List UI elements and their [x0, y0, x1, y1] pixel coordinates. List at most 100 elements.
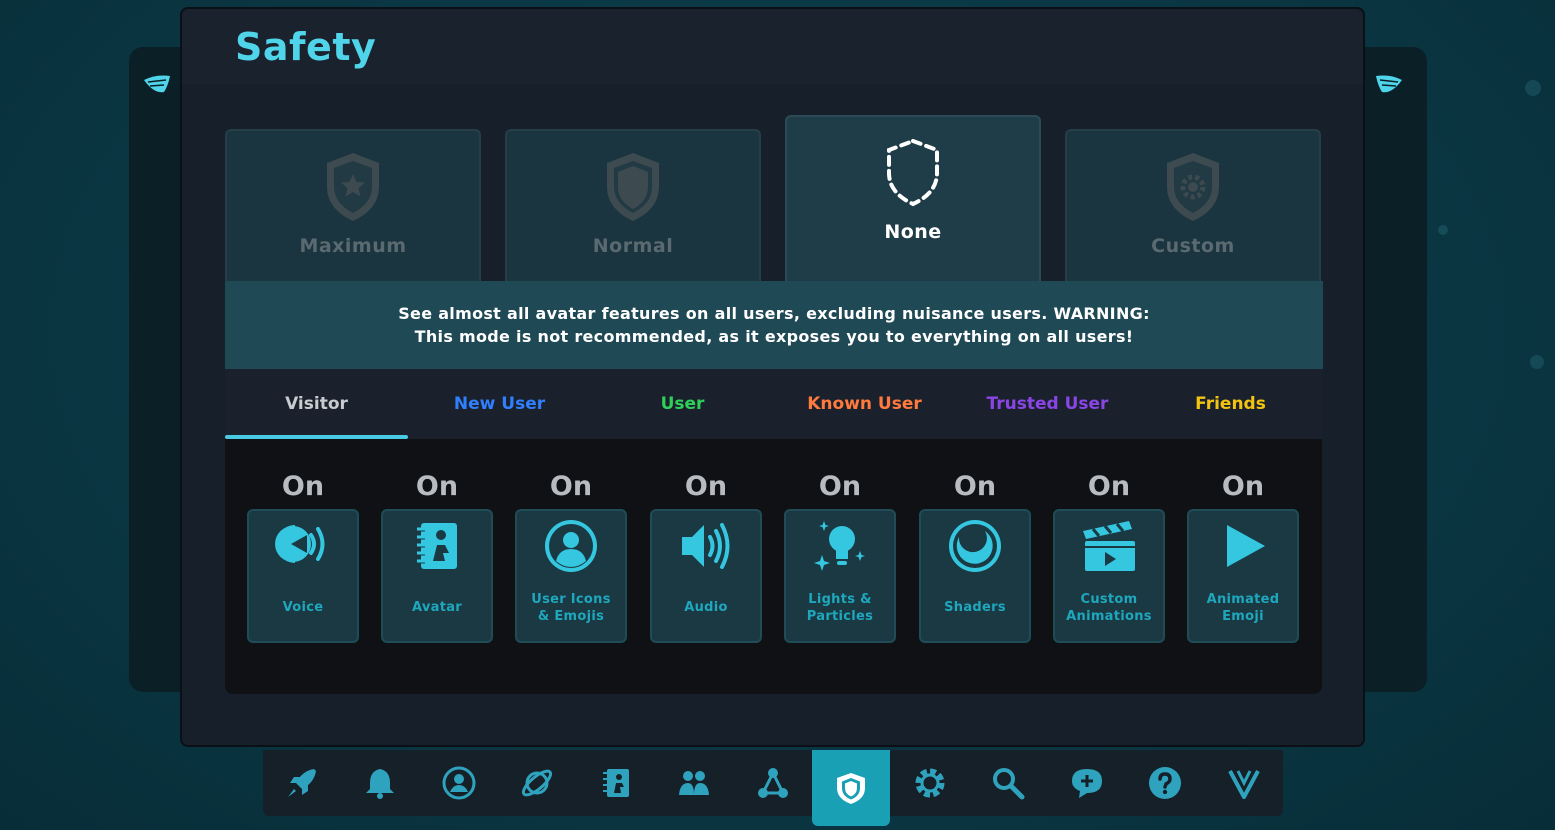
- preset-label: None: [884, 221, 942, 243]
- network-icon: [758, 768, 788, 798]
- preset-none[interactable]: None: [785, 115, 1041, 281]
- preset-description: See almost all avatar features on all us…: [225, 281, 1323, 369]
- clapperboard-icon: [1083, 521, 1135, 571]
- bell-icon: [366, 769, 394, 799]
- background-dot: [1525, 80, 1541, 96]
- title-bar: Safety: [182, 9, 1363, 84]
- feature-label-line: Particles: [806, 609, 874, 624]
- chat-plus-icon: [1072, 769, 1102, 798]
- voice-toggle[interactable]: Voice: [247, 509, 359, 643]
- user-icons-toggle[interactable]: User Icons & Emojis: [515, 509, 627, 643]
- feature-label-line: User Icons: [531, 592, 611, 607]
- notifications-button[interactable]: [341, 750, 419, 816]
- preset-normal[interactable]: Normal: [505, 129, 761, 281]
- help-icon: [1149, 767, 1181, 799]
- feature-state: On: [953, 471, 997, 502]
- feature-label-line: Animated: [1206, 592, 1280, 607]
- tab-label: User: [660, 394, 705, 414]
- lightbulb-icon: [814, 521, 865, 571]
- tab-trusted-user[interactable]: Trusted User: [956, 369, 1139, 439]
- planet-icon: [521, 769, 553, 797]
- play-icon: [1227, 525, 1265, 567]
- tab-user[interactable]: User: [591, 369, 774, 439]
- feature-label-line: Lights &: [808, 592, 872, 607]
- shield-icon: [607, 153, 659, 221]
- profile-button[interactable]: [420, 750, 498, 816]
- feature-label: Custom Animations: [1055, 591, 1163, 625]
- preset-custom[interactable]: Custom: [1065, 129, 1321, 281]
- feature-label: Audio: [652, 599, 760, 616]
- feature-shaders: On Shaders: [919, 467, 1031, 643]
- feature-custom-animations: On Custom Animations: [1053, 467, 1165, 643]
- tab-friends[interactable]: Friends: [1139, 369, 1322, 439]
- tab-known-user[interactable]: Known User: [773, 369, 956, 439]
- friends-icon: [679, 771, 709, 795]
- settings-gear-icon: [915, 768, 945, 798]
- quick-menu-taskbar: [263, 750, 1283, 826]
- tab-label: Visitor: [285, 394, 348, 414]
- safety-button[interactable]: [812, 750, 890, 826]
- feature-audio: On Audio: [650, 467, 762, 643]
- preset-label: Maximum: [299, 235, 407, 257]
- description-line: This mode is not recommended, as it expo…: [414, 327, 1134, 346]
- worlds-button[interactable]: [498, 750, 576, 816]
- feature-label-line: & Emojis: [537, 609, 605, 624]
- feature-lights: On Lights & Particles: [784, 467, 896, 643]
- animated-emoji-toggle[interactable]: Animated Emoji: [1187, 509, 1299, 643]
- wing-icon: [144, 75, 170, 93]
- speaker-icon: [682, 523, 730, 569]
- background-dot: [1530, 355, 1544, 369]
- feature-label: Animated Emoji: [1189, 591, 1297, 625]
- vrchat-logo-icon: [1228, 770, 1260, 799]
- feedback-button[interactable]: [1048, 750, 1126, 816]
- profile-icon: [442, 766, 476, 800]
- feature-label: User Icons & Emojis: [517, 591, 625, 625]
- help-button[interactable]: [1126, 750, 1204, 816]
- settings-button[interactable]: [891, 750, 969, 816]
- lights-toggle[interactable]: Lights & Particles: [784, 509, 896, 643]
- feature-state: On: [1221, 471, 1265, 502]
- feature-state: On: [415, 471, 459, 502]
- feature-label: Shaders: [921, 599, 1029, 616]
- tab-label: Trusted User: [986, 394, 1109, 414]
- feature-avatar: On Avatar: [381, 467, 493, 643]
- shader-moon-icon: [949, 520, 1001, 572]
- feature-voice: On Voice: [247, 467, 359, 643]
- tab-new-user[interactable]: New User: [408, 369, 591, 439]
- tab-label: New User: [453, 394, 546, 414]
- search-icon: [993, 768, 1025, 800]
- avatars-button[interactable]: [577, 750, 655, 816]
- description-line: See almost all avatar features on all us…: [398, 304, 1150, 323]
- dashed-shield-icon: [887, 138, 939, 207]
- tab-label: Friends: [1195, 394, 1266, 414]
- social-button[interactable]: [655, 750, 733, 816]
- feature-label: Voice: [249, 599, 357, 616]
- search-button[interactable]: [969, 750, 1047, 816]
- shield-gear-icon: [1167, 153, 1219, 221]
- avatar-icon: [417, 523, 457, 569]
- feature-label-line: Audio: [684, 600, 728, 615]
- audio-toggle[interactable]: Audio: [650, 509, 762, 643]
- voice-icon: [275, 525, 325, 563]
- feature-state: On: [549, 471, 593, 502]
- safety-window: Safety Maximum Normal None Custom See al…: [180, 7, 1365, 747]
- feature-label: Lights & Particles: [786, 591, 894, 625]
- tab-visitor[interactable]: Visitor: [225, 369, 408, 439]
- shaders-toggle[interactable]: Shaders: [919, 509, 1031, 643]
- groups-button[interactable]: [734, 750, 812, 816]
- feature-label-line: Custom: [1080, 592, 1138, 607]
- feature-label-line: Avatar: [411, 600, 463, 615]
- feature-label-line: Animations: [1066, 609, 1152, 624]
- tab-label: Known User: [807, 394, 922, 414]
- feature-label-line: Shaders: [944, 600, 1006, 615]
- feature-label: Avatar: [383, 599, 491, 616]
- launch-button[interactable]: [263, 750, 341, 816]
- custom-animations-toggle[interactable]: Custom Animations: [1053, 509, 1165, 643]
- window-title: Safety: [235, 25, 377, 69]
- shield-star-icon: [327, 153, 379, 221]
- avatar-toggle[interactable]: Avatar: [381, 509, 493, 643]
- vrchat-button[interactable]: [1205, 750, 1283, 816]
- preset-maximum[interactable]: Maximum: [225, 129, 481, 281]
- feature-state: On: [818, 471, 862, 502]
- avatar-book-icon: [603, 769, 629, 797]
